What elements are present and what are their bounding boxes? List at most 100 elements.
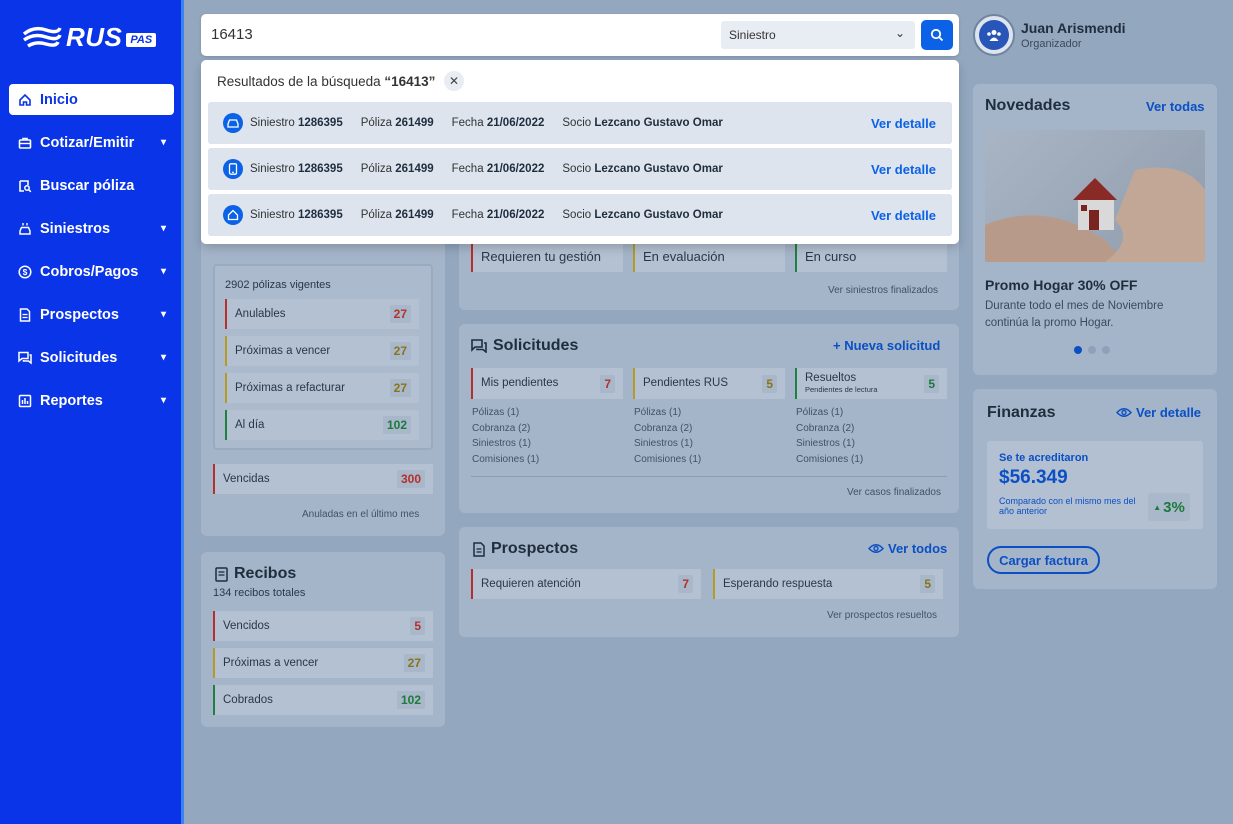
brand-logo[interactable]: RUS PAS bbox=[22, 22, 157, 53]
solicitudes-column[interactable]: Pendientes RUS 5 bbox=[633, 368, 785, 399]
ver-detalle-link[interactable]: Ver detalle bbox=[871, 208, 936, 223]
breakdown-item[interactable]: Pólizas (1) bbox=[796, 405, 863, 421]
prospectos-resueltos-link[interactable]: Ver prospectos resueltos bbox=[827, 610, 937, 621]
sidebar-item-inicio[interactable]: Inicio bbox=[9, 84, 174, 115]
polizas-vigentes-label: 2902 pólizas vigentes bbox=[225, 279, 331, 291]
polizas-status-row[interactable]: Anulables 27 bbox=[225, 299, 419, 329]
breakdown-item[interactable]: Cobranza (2) bbox=[796, 421, 863, 437]
acreditado-label: Se te acreditaron bbox=[999, 452, 1089, 464]
prospectos-status-row[interactable]: Esperando respuesta 5 bbox=[713, 569, 943, 599]
eye-icon bbox=[868, 544, 884, 553]
carousel-dot[interactable] bbox=[1102, 346, 1110, 354]
sidebar-item-reportes[interactable]: Reportes ▾ bbox=[9, 385, 174, 416]
sidebar-item-prospectos[interactable]: Prospectos ▾ bbox=[9, 299, 174, 330]
brand-badge: PAS bbox=[126, 32, 157, 47]
siniestros-column[interactable]: Requieren tu gestión bbox=[471, 240, 623, 272]
search-icon bbox=[930, 28, 944, 42]
solicitudes-breakdown: Pólizas (1) Cobranza (2) Siniestros (1) Com… bbox=[472, 405, 539, 467]
document-search-icon bbox=[17, 178, 33, 194]
polizas-status-row[interactable]: Al día 102 bbox=[225, 410, 419, 440]
promo-title: Promo Hogar 30% OFF bbox=[985, 277, 1138, 293]
user-profile[interactable]: Juan Arismendi Organizador bbox=[973, 14, 1126, 56]
ver-detalle-link[interactable]: Ver detalle bbox=[871, 162, 936, 177]
breakdown-item[interactable]: Siniestros (1) bbox=[472, 436, 539, 452]
recibos-status-row[interactable]: Vencidos 5 bbox=[213, 611, 433, 641]
chart-icon bbox=[17, 393, 33, 409]
comparison-text: Comparado con el mismo mes del año anter… bbox=[999, 496, 1136, 516]
solicitudes-column[interactable]: Resueltos Pendientes de lectura 5 bbox=[795, 368, 947, 399]
casos-finalizados-link[interactable]: Ver casos finalizados bbox=[847, 487, 941, 498]
close-icon[interactable]: ✕ bbox=[444, 71, 464, 91]
recibos-status-row[interactable]: Próximas a vencer 27 bbox=[213, 648, 433, 678]
poliza-cell: Póliza 261499 bbox=[360, 209, 434, 221]
solicitudes-breakdown: Pólizas (1) Cobranza (2) Siniestros (1) Com… bbox=[634, 405, 701, 467]
ver-detalle-link[interactable]: Ver detalle bbox=[871, 116, 936, 131]
siniestros-column[interactable]: En curso bbox=[795, 240, 947, 272]
search-type-select[interactable]: Siniestro ⌄ bbox=[721, 21, 915, 49]
row-value: 27 bbox=[389, 305, 411, 323]
document-icon bbox=[473, 541, 485, 557]
breakdown-item[interactable]: Siniestros (1) bbox=[796, 436, 863, 452]
recibos-title: Recibos bbox=[215, 565, 296, 583]
result-row[interactable]: Siniestro 1286395 Póliza 261499 Fecha 21/0… bbox=[208, 148, 952, 190]
breakdown-item[interactable]: Cobranza (2) bbox=[472, 421, 539, 437]
siniestros-finalizados-link[interactable]: Ver siniestros finalizados bbox=[828, 285, 938, 296]
vencidas-label: Vencidas bbox=[223, 473, 270, 485]
chevron-down-icon: ▾ bbox=[160, 223, 166, 234]
column-label: Resueltos bbox=[805, 371, 857, 384]
sidebar-item-buscar-p-liza[interactable]: Buscar póliza bbox=[9, 170, 174, 201]
solicitudes-title-text: Solicitudes bbox=[493, 337, 579, 354]
prospectos-ver-todos-link[interactable]: Ver todos bbox=[868, 541, 947, 556]
search-button[interactable] bbox=[921, 20, 953, 50]
siniestro-cell: Siniestro 1286395 bbox=[250, 209, 343, 221]
promo-text: Durante todo el mes de Noviembre continú… bbox=[985, 300, 1164, 329]
column-label: Pendientes RUS bbox=[643, 377, 729, 389]
carousel-dot[interactable] bbox=[1074, 346, 1082, 354]
cargar-factura-button[interactable]: Cargar factura bbox=[987, 546, 1100, 574]
breakdown-item[interactable]: Siniestros (1) bbox=[634, 436, 701, 452]
sidebar-item-siniestros[interactable]: Siniestros ▾ bbox=[9, 213, 174, 244]
car-crash-icon bbox=[17, 221, 33, 237]
breakdown-item[interactable]: Comisiones (1) bbox=[472, 452, 539, 468]
chevron-down-icon: ⌄ bbox=[894, 26, 905, 40]
results-header-query: “16413” bbox=[384, 74, 436, 89]
sidebar-item-cobros-pagos[interactable]: $ Cobros/Pagos ▾ bbox=[9, 256, 174, 287]
result-row[interactable]: Siniestro 1286395 Póliza 261499 Fecha 21/0… bbox=[208, 102, 952, 144]
promo-image[interactable] bbox=[985, 130, 1205, 262]
breakdown-item[interactable]: Comisiones (1) bbox=[634, 452, 701, 468]
novedades-ver-todas-link[interactable]: Ver todas bbox=[1146, 99, 1205, 114]
row-label: Cobrados bbox=[223, 694, 273, 706]
sidebar-item-label: Solicitudes bbox=[40, 349, 118, 366]
breakdown-item[interactable]: Pólizas (1) bbox=[472, 405, 539, 421]
sidebar-item-solicitudes[interactable]: Solicitudes ▾ bbox=[9, 342, 174, 373]
sidebar-item-label: Cobros/Pagos bbox=[40, 263, 139, 280]
result-row[interactable]: Siniestro 1286395 Póliza 261499 Fecha 21/0… bbox=[208, 194, 952, 236]
briefcase-icon bbox=[17, 135, 33, 151]
prospectos-action-text: Ver todos bbox=[888, 541, 948, 556]
search-input[interactable]: 16413 bbox=[211, 26, 253, 43]
carousel-dot[interactable] bbox=[1088, 346, 1096, 354]
search-type-value: Siniestro bbox=[729, 28, 776, 42]
solicitudes-breakdown: Pólizas (1) Cobranza (2) Siniestros (1) Com… bbox=[796, 405, 863, 467]
column-value: 5 bbox=[924, 374, 939, 393]
solicitudes-column[interactable]: Mis pendientes 7 bbox=[471, 368, 623, 399]
vencidas-row[interactable]: Vencidas 300 bbox=[213, 464, 433, 494]
finanzas-ver-detalle-link[interactable]: Ver detalle bbox=[1116, 405, 1201, 420]
wave-icon bbox=[22, 26, 62, 48]
breakdown-item[interactable]: Cobranza (2) bbox=[634, 421, 701, 437]
recibos-status-row[interactable]: Cobrados 102 bbox=[213, 685, 433, 715]
sidebar-item-cotizar-emitir[interactable]: Cotizar/Emitir ▾ bbox=[9, 127, 174, 158]
polizas-status-row[interactable]: Próximas a vencer 27 bbox=[225, 336, 419, 366]
anuladas-link[interactable]: Anuladas en el último mes bbox=[302, 509, 419, 520]
siniestros-column[interactable]: En evaluación bbox=[633, 240, 785, 272]
finanzas-title: Finanzas bbox=[987, 404, 1056, 421]
polizas-status-row[interactable]: Próximas a refacturar 27 bbox=[225, 373, 419, 403]
acreditado-amount: $56.349 bbox=[999, 467, 1068, 488]
house-icon bbox=[223, 205, 243, 225]
prospectos-status-row[interactable]: Requieren atención 7 bbox=[471, 569, 701, 599]
breakdown-item[interactable]: Pólizas (1) bbox=[634, 405, 701, 421]
socio-cell: Socio Lezcano Gustavo Omar bbox=[562, 117, 723, 129]
nueva-solicitud-link[interactable]: + Nueva solicitud bbox=[833, 338, 940, 353]
breakdown-item[interactable]: Comisiones (1) bbox=[796, 452, 863, 468]
siniestro-cell: Siniestro 1286395 bbox=[250, 163, 343, 175]
